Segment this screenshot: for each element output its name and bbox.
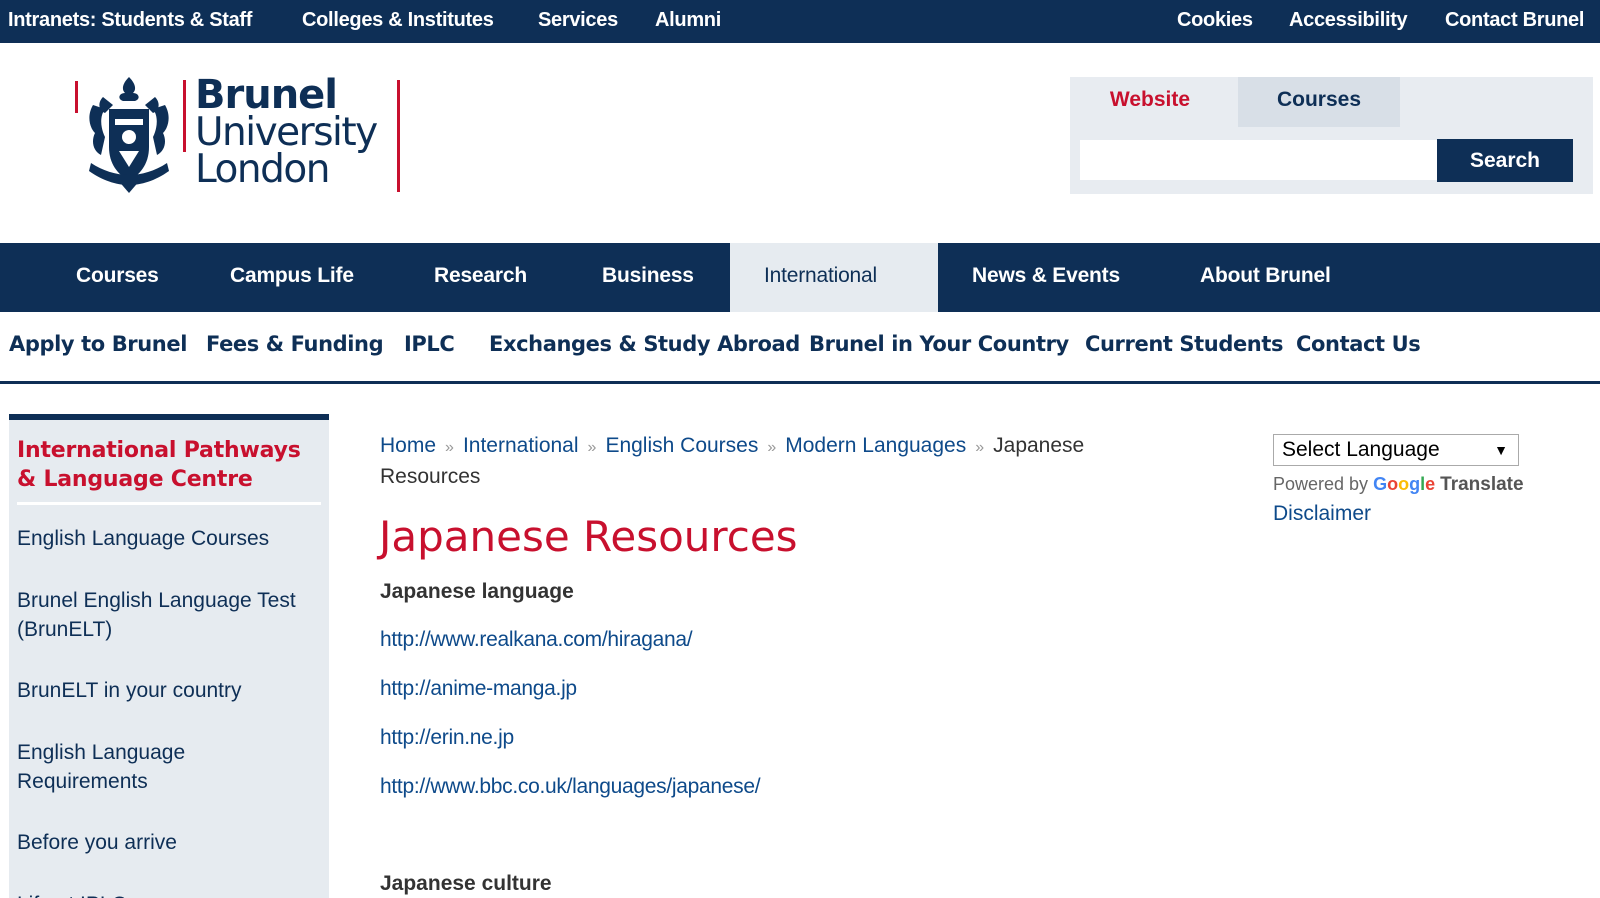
sidebar-item-brunelt-country[interactable]: BrunELT in your country: [17, 676, 317, 705]
breadcrumb-separator: »: [587, 439, 597, 456]
translate-label: Translate: [1440, 474, 1524, 495]
breadcrumb-home[interactable]: Home: [380, 434, 436, 457]
language-select-label: Select Language: [1282, 438, 1440, 461]
sidebar-heading[interactable]: International Pathways & Language Centre: [17, 436, 321, 505]
caret-down-icon: ▼: [1494, 442, 1508, 458]
sidebar-item-before-you-arrive[interactable]: Before you arrive: [17, 828, 317, 857]
nav-news-events[interactable]: News & Events: [938, 243, 1154, 312]
logo-wordmark: Brunel University London: [195, 72, 378, 192]
search-tab-website[interactable]: Website: [1070, 77, 1230, 127]
utility-link-accessibility[interactable]: Accessibility: [1289, 0, 1408, 43]
breadcrumb-separator: »: [445, 439, 454, 456]
breadcrumb-international[interactable]: International: [463, 434, 579, 457]
sub-nav: Apply to Brunel Fees & Funding IPLC Exch…: [0, 312, 1600, 384]
nav-about-brunel[interactable]: About Brunel: [1166, 243, 1365, 312]
sidebar-item-brunelt[interactable]: Brunel English Language Test (BrunELT): [17, 586, 317, 644]
search-input[interactable]: [1080, 140, 1440, 180]
sidebar: International Pathways & Language Centre…: [9, 414, 329, 898]
powered-by-google: Powered by Google Translate: [1273, 474, 1524, 496]
powered-by-label: Powered by: [1273, 474, 1369, 494]
sidebar-item-english-courses[interactable]: English Language Courses: [17, 524, 317, 553]
brunel-logo[interactable]: Brunel University London: [75, 75, 405, 200]
sidebar-item-life-at-iplc[interactable]: Life at IPLC: [17, 890, 317, 898]
crest-icon: [89, 77, 169, 193]
breadcrumb-modern-languages[interactable]: Modern Languages: [785, 434, 966, 457]
breadcrumb-separator: »: [975, 439, 985, 456]
search-button[interactable]: Search: [1437, 139, 1573, 182]
subnav-apply[interactable]: Apply to Brunel: [9, 332, 187, 356]
nav-courses[interactable]: Courses: [42, 243, 193, 312]
breadcrumb-english-courses[interactable]: English Courses: [605, 434, 758, 457]
language-select[interactable]: Select Language ▼: [1273, 434, 1519, 466]
utility-link-contact[interactable]: Contact Brunel: [1445, 0, 1584, 43]
resource-link[interactable]: http://anime-manga.jp: [380, 677, 577, 701]
utility-link-alumni[interactable]: Alumni: [655, 0, 721, 43]
subnav-brunel-in-your-country[interactable]: Brunel in Your Country: [809, 332, 1069, 356]
nav-international[interactable]: International: [730, 243, 938, 312]
subnav-exchanges[interactable]: Exchanges & Study Abroad: [489, 332, 800, 356]
breadcrumb-separator: »: [767, 439, 777, 456]
resource-link[interactable]: http://www.bbc.co.uk/languages/japanese/: [380, 775, 761, 799]
nav-campus-life[interactable]: Campus Life: [196, 243, 388, 312]
utility-bar: Intranets: Students & Staff Colleges & I…: [0, 0, 1600, 43]
disclaimer-link[interactable]: Disclaimer: [1273, 502, 1371, 526]
subnav-iplc[interactable]: IPLC: [404, 332, 455, 356]
subnav-contact-us[interactable]: Contact Us: [1296, 332, 1421, 356]
breadcrumb: Home » International » English Courses » Moder…: [380, 431, 1180, 491]
logo-rule: [397, 80, 400, 192]
utility-link-intranets[interactable]: Intranets: Students & Staff: [8, 0, 252, 43]
main-nav: Courses Campus Life Research Business In…: [0, 243, 1600, 312]
utility-link-services[interactable]: Services: [538, 0, 618, 43]
page-title: Japanese Resources: [379, 512, 798, 561]
subnav-current-students[interactable]: Current Students: [1085, 332, 1283, 356]
search-tab-courses[interactable]: Courses: [1238, 77, 1400, 127]
sidebar-item-requirements[interactable]: English Language Requirements: [17, 738, 317, 796]
subnav-fees-funding[interactable]: Fees & Funding: [206, 332, 384, 356]
utility-link-colleges[interactable]: Colleges & Institutes: [302, 0, 494, 43]
logo-rule: [183, 80, 186, 152]
utility-link-cookies[interactable]: Cookies: [1177, 0, 1253, 43]
resource-link[interactable]: http://www.realkana.com/hiragana/: [380, 628, 693, 652]
section-heading-language: Japanese language: [380, 580, 574, 603]
resource-link[interactable]: http://erin.ne.jp: [380, 726, 514, 750]
google-logo-icon: Google: [1373, 474, 1436, 494]
logo-rule: [75, 81, 78, 113]
section-heading-culture: Japanese culture: [380, 872, 552, 895]
search-panel: Website Courses Search: [1070, 77, 1593, 194]
nav-research[interactable]: Research: [400, 243, 561, 312]
nav-business[interactable]: Business: [568, 243, 728, 312]
